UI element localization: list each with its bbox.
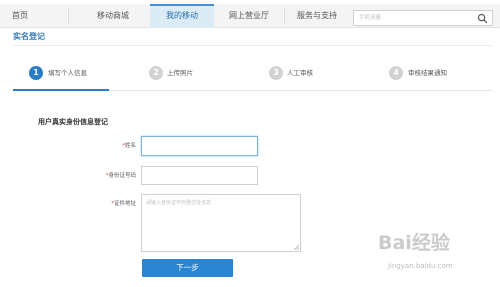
step-1-badge: 1 xyxy=(29,66,43,80)
step-2-label: 上传照片 xyxy=(167,69,193,77)
step-3-label: 人工审核 xyxy=(287,69,313,77)
address-placeholder: 请输入身份证中完整住址信息 xyxy=(146,200,212,206)
address-textarea[interactable]: 请输入身份证中完整住址信息 xyxy=(141,194,301,252)
nav-item-home[interactable]: 首页 xyxy=(0,4,40,28)
next-step-button[interactable]: 下一步 xyxy=(142,259,233,277)
step-2-badge: 2 xyxy=(149,66,163,80)
resize-grip-icon[interactable] xyxy=(293,244,299,250)
watermark: Bai经验 jingyan.baidu.com xyxy=(374,226,499,284)
divider xyxy=(13,45,493,46)
step-progress: 1 填写个人信息 2 上传照片 3 人工审核 4 审核结果通知 xyxy=(13,60,493,92)
nav-item-my-mobile[interactable]: 我的移动 xyxy=(150,4,214,28)
search-box[interactable]: 手机流量 xyxy=(353,10,493,26)
step-3-badge: 3 xyxy=(269,66,283,80)
page-title: 实名登记 xyxy=(13,32,45,41)
nav-divider xyxy=(68,9,69,23)
nav-divider xyxy=(284,9,285,23)
watermark-logo: Bai经验 xyxy=(378,232,450,254)
step-4-label: 审核结果通知 xyxy=(408,69,447,77)
address-label: *证件地址 xyxy=(111,201,136,207)
name-label: *姓名 xyxy=(122,143,136,149)
search-icon[interactable] xyxy=(477,13,488,24)
nav-item-online-hall[interactable]: 网上营业厅 xyxy=(216,4,282,28)
id-number-label: *身份证号码 xyxy=(105,173,136,179)
name-input[interactable] xyxy=(141,136,258,156)
step-4-badge: 4 xyxy=(389,66,403,80)
watermark-url: jingyan.baidu.com xyxy=(388,262,453,270)
form-title: 用户真实身份信息登记 xyxy=(38,118,108,126)
nav-item-service[interactable]: 服务与支持 xyxy=(286,4,348,28)
search-placeholder: 手机流量 xyxy=(359,15,382,21)
id-number-input[interactable] xyxy=(141,166,258,185)
top-nav: 首页 移动商城 我的移动 网上营业厅 服务与支持 手机流量 xyxy=(0,4,500,28)
steps-active-indicator xyxy=(13,89,109,91)
step-1-label: 填写个人信息 xyxy=(48,69,87,77)
nav-item-mall[interactable]: 移动商城 xyxy=(80,4,146,28)
